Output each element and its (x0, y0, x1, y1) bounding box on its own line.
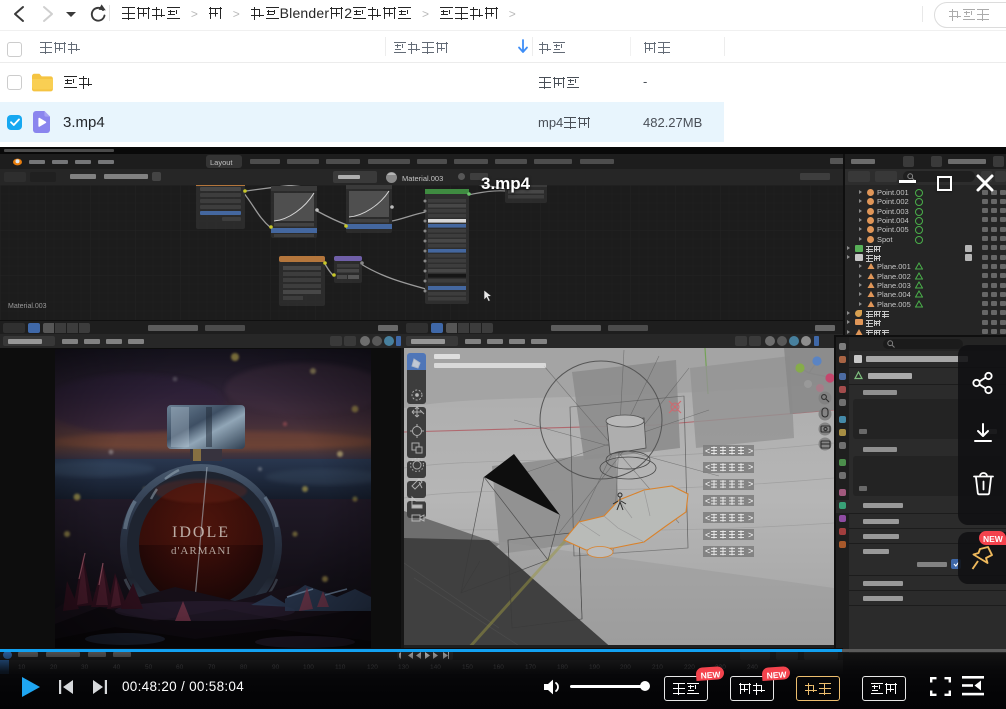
svg-text:<: < (705, 446, 710, 456)
svg-text:<: < (705, 479, 710, 489)
svg-text:>: > (748, 496, 753, 506)
svg-text:Material.003: Material.003 (8, 303, 47, 310)
svg-text:<: < (705, 513, 710, 523)
svg-text:>: > (748, 546, 753, 556)
svg-text:>: > (748, 462, 753, 472)
svg-text:<: < (705, 462, 710, 472)
svg-text:>: > (748, 530, 753, 540)
svg-text:>: > (748, 446, 753, 456)
svg-text:<: < (705, 546, 710, 556)
svg-text:<: < (705, 496, 710, 506)
svg-text:<: < (705, 530, 710, 540)
svg-text:>: > (748, 479, 753, 489)
svg-text:>: > (748, 513, 753, 523)
